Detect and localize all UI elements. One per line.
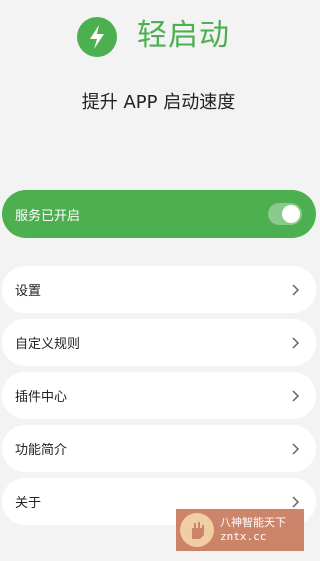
watermark-line2: zntx.cc (220, 530, 267, 543)
app-header: 轻启动 (0, 0, 317, 80)
app-logo (77, 17, 117, 57)
menu-item-label: 关于 (15, 496, 42, 511)
chevron-right-icon (292, 495, 300, 508)
menu-item-settings[interactable]: 设置 (2, 266, 316, 313)
toggle-knob (282, 205, 300, 223)
menu-item-label: 设置 (15, 284, 42, 299)
chevron-right-icon (292, 336, 300, 349)
service-status-card[interactable]: 服务已开启 (2, 190, 316, 238)
chevron-right-icon (292, 283, 300, 296)
menu-item-feature-intro[interactable]: 功能简介 (2, 425, 316, 472)
menu-item-label: 功能简介 (15, 443, 68, 458)
watermark-text: 八神智能天下 zntx.cc (220, 516, 286, 544)
app-title: 轻启动 (137, 18, 230, 53)
chevron-right-icon (292, 389, 300, 402)
menu-item-label: 自定义规则 (15, 337, 81, 352)
watermark-hand-icon (180, 513, 214, 547)
menu-item-plugin-center[interactable]: 插件中心 (2, 372, 316, 419)
app-subtitle: 提升 APP 启动速度 (81, 92, 236, 113)
service-status-label: 服务已开启 (15, 208, 81, 224)
chevron-right-icon (292, 442, 300, 455)
service-toggle[interactable] (268, 203, 302, 225)
menu-item-custom-rules[interactable]: 自定义规则 (2, 319, 316, 366)
watermark: 八神智能天下 zntx.cc (176, 509, 304, 551)
watermark-line1: 八神智能天下 (220, 516, 286, 529)
menu-item-label: 插件中心 (15, 390, 68, 405)
menu-list: 设置 自定义规则 插件中心 功能简介 关于 (2, 266, 316, 531)
lightning-bolt-icon (90, 25, 104, 49)
